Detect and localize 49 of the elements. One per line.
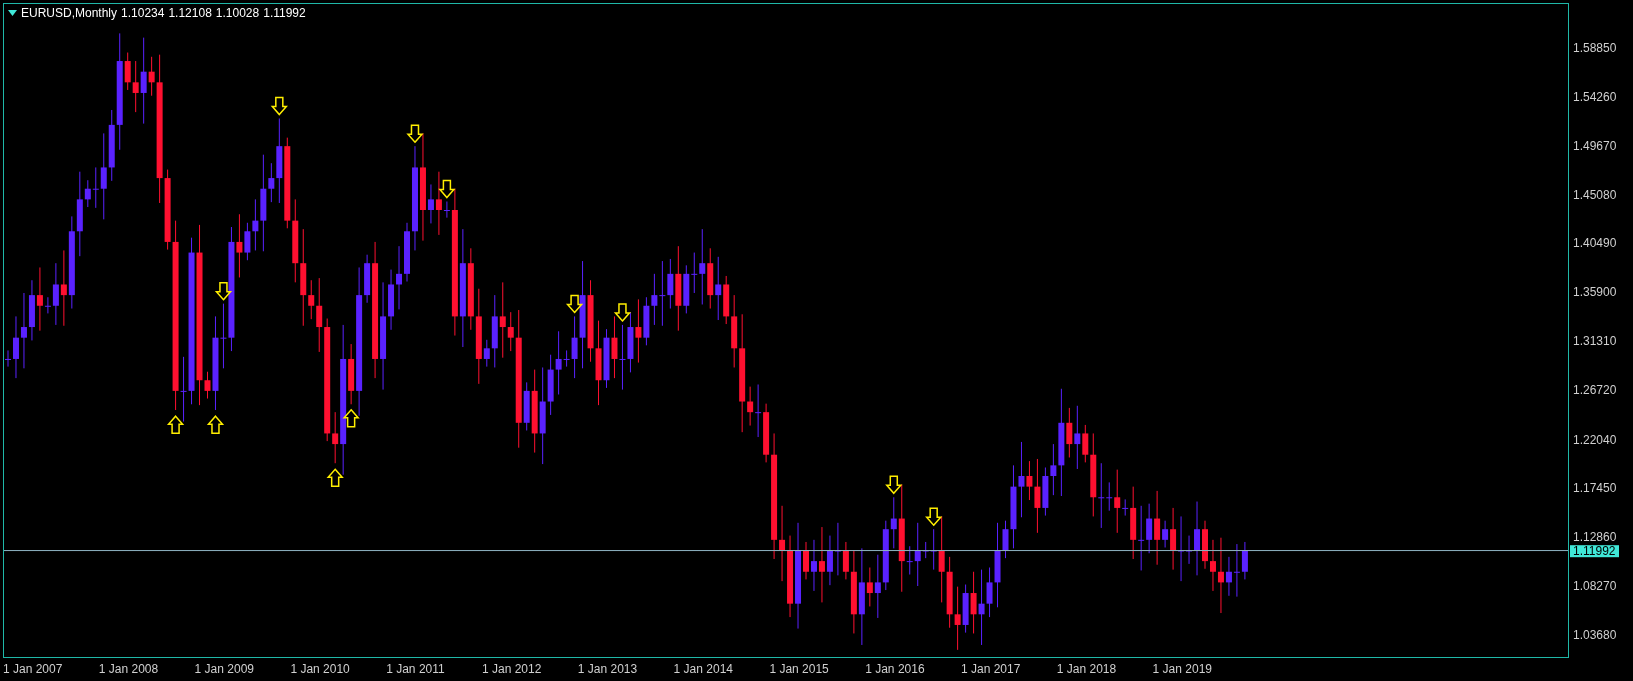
date-label: 1 Jan 2007 bbox=[3, 662, 63, 676]
price-label: 1.35900 bbox=[1573, 286, 1617, 299]
price-label: 1.58850 bbox=[1573, 42, 1617, 54]
candlestick bbox=[404, 222, 410, 282]
ohlc-value: 1.10234 bbox=[121, 6, 165, 20]
up-arrow-icon bbox=[342, 408, 360, 428]
price-label: 1.49670 bbox=[1573, 139, 1617, 152]
down-arrow-icon bbox=[406, 124, 424, 144]
date-label: 1 Jan 2018 bbox=[1056, 662, 1117, 676]
date-label: 1 Jan 2012 bbox=[482, 662, 542, 676]
price-label: 1.08270 bbox=[1573, 580, 1617, 593]
down-arrow-icon bbox=[885, 475, 903, 495]
price-label: 1.12860 bbox=[1573, 531, 1617, 544]
date-label: 1 Jan 2017 bbox=[961, 662, 1021, 676]
price-label: 1.26720 bbox=[1573, 383, 1617, 396]
candlestick bbox=[5, 349, 11, 368]
down-arrow-icon bbox=[613, 303, 632, 323]
down-arrow-icon bbox=[438, 179, 456, 199]
candlestick bbox=[1202, 520, 1208, 570]
price-label: 1.54260 bbox=[1573, 90, 1617, 103]
price-label: 1.03680 bbox=[1573, 629, 1617, 641]
up-arrow-icon bbox=[326, 468, 344, 488]
date-label: 1 Jan 2011 bbox=[386, 662, 445, 676]
up-arrow-icon bbox=[206, 415, 225, 434]
date-label: 1 Jan 2019 bbox=[1152, 662, 1212, 676]
chart-symbol: EURUSD,Monthly bbox=[21, 6, 118, 20]
ohlc-value: 1.11992 bbox=[263, 6, 306, 20]
date-label: 1 Jan 2013 bbox=[577, 662, 638, 676]
down-arrow-icon bbox=[214, 281, 233, 301]
price-label: 1.45080 bbox=[1573, 188, 1617, 201]
date-label: 1 Jan 2009 bbox=[194, 662, 254, 676]
dropdown-triangle-icon[interactable] bbox=[8, 10, 17, 16]
down-arrow-icon bbox=[925, 507, 943, 527]
price-label: 1.31310 bbox=[1573, 335, 1617, 347]
current-price-label: 1.11992 bbox=[1570, 544, 1619, 557]
date-label: 1 Jan 2015 bbox=[769, 662, 829, 676]
down-arrow-icon bbox=[270, 96, 288, 116]
date-label: 1 Jan 2010 bbox=[290, 662, 350, 676]
price-label: 1.17450 bbox=[1573, 482, 1617, 495]
price-label: 1.22040 bbox=[1573, 433, 1617, 446]
up-arrow-icon bbox=[166, 415, 185, 434]
ohlc-value: 1.12108 bbox=[168, 6, 212, 20]
ohlc-value: 1.10028 bbox=[215, 6, 260, 20]
date-label: 1 Jan 2016 bbox=[865, 662, 925, 676]
candlestick bbox=[803, 541, 809, 580]
date-label: 1 Jan 2008 bbox=[98, 662, 159, 676]
date-label: 1 Jan 2014 bbox=[673, 662, 733, 676]
down-arrow-icon bbox=[565, 294, 584, 314]
price-label: 1.40490 bbox=[1573, 237, 1617, 250]
